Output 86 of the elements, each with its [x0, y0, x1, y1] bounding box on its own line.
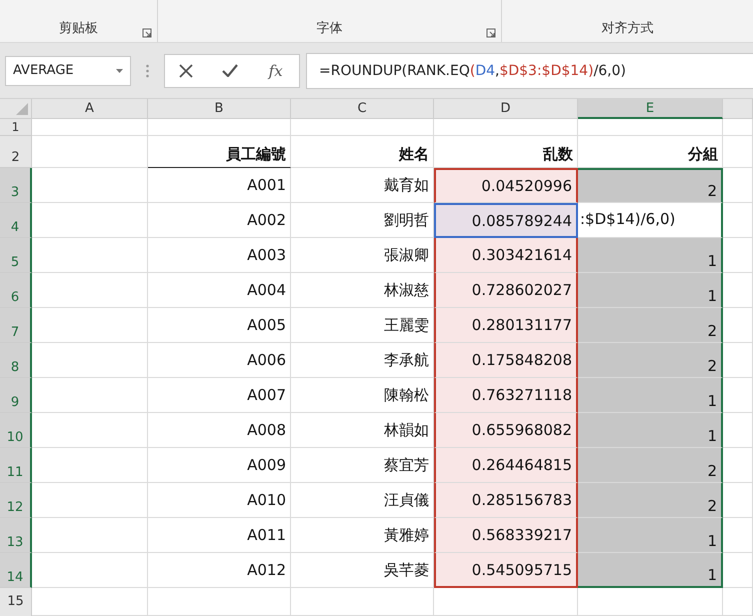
dropdown-caret-icon [116, 68, 123, 72]
row-header[interactable]: 8 [0, 343, 32, 378]
row-header[interactable]: 3 [0, 168, 32, 203]
table-cell: A009 [148, 448, 291, 483]
referenced-cell: 0.728602027 [434, 273, 578, 308]
selected-cell[interactable]: 2 [578, 483, 723, 518]
row-header[interactable]: 2 [0, 136, 32, 168]
table-cell: 姓名 [291, 136, 434, 168]
selected-cell[interactable]: 1 [578, 238, 723, 273]
column-header[interactable]: E [578, 99, 723, 119]
selected-cell[interactable]: 2 [578, 343, 723, 378]
referenced-cell: 0.303421614 [434, 238, 578, 273]
empty-cell [723, 378, 753, 413]
ribbon-group-label: 对齐方式 [602, 20, 654, 37]
referenced-cell: 0.280131177 [434, 308, 578, 343]
referenced-cell: 0.175848208 [434, 343, 578, 378]
referenced-cell: 0.763271118 [434, 378, 578, 413]
referenced-cell: 0.545095715 [434, 553, 578, 588]
triangle-icon [16, 103, 28, 115]
empty-cell [723, 273, 753, 308]
empty-cell [723, 343, 753, 378]
table-cell: A004 [148, 273, 291, 308]
selected-cell[interactable]: 2 [578, 448, 723, 483]
selected-cell[interactable]: 2 [578, 308, 723, 343]
table-cell: A001 [148, 168, 291, 203]
selected-cell[interactable]: 2 [578, 168, 723, 203]
column-header[interactable]: B [148, 99, 291, 119]
referenced-cell: 0.285156783 [434, 483, 578, 518]
empty-cell [723, 119, 753, 136]
row-header[interactable]: 10 [0, 413, 32, 448]
cancel-icon[interactable] [179, 64, 194, 78]
referenced-cell: 0.568339217 [434, 518, 578, 553]
row-header[interactable]: 14 [0, 553, 32, 588]
dialog-launcher-icon[interactable] [142, 28, 152, 38]
row-header[interactable]: 7 [0, 308, 32, 343]
selected-cell[interactable]: 1 [578, 413, 723, 448]
referenced-cell: 0.04520996 [434, 168, 578, 203]
formula-field[interactable]: =ROUNDUP(RANK.EQ(D4,$D$3:$D$14)/6,0) [306, 52, 753, 88]
table-cell: A003 [148, 238, 291, 273]
dialog-launcher-icon[interactable] [486, 28, 496, 38]
row-header[interactable]: 12 [0, 483, 32, 518]
table-cell: A011 [148, 518, 291, 553]
row-header[interactable]: 1 [0, 119, 32, 136]
row-header[interactable]: 13 [0, 518, 32, 553]
selected-cell[interactable]: 1 [578, 553, 723, 588]
table-cell: A008 [148, 413, 291, 448]
table-cell: 員工編號 [148, 136, 291, 168]
selected-cell[interactable]: 1 [578, 273, 723, 308]
referenced-cell: 0.085789244 [434, 203, 578, 238]
ribbon-group-label: 剪贴板 [59, 20, 98, 37]
referenced-cell: 0.264464815 [434, 448, 578, 483]
empty-cell [723, 238, 753, 273]
table-cell: A002 [148, 203, 291, 238]
row-header[interactable]: 4 [0, 203, 32, 238]
empty-cell [723, 413, 753, 448]
table-cell: A006 [148, 343, 291, 378]
name-box[interactable]: AVERAGE [5, 56, 131, 86]
grip-icon [146, 64, 149, 78]
insert-function-button[interactable]: fx [266, 62, 285, 80]
empty-cell [723, 588, 753, 616]
row-header[interactable]: 6 [0, 273, 32, 308]
empty-cell [723, 553, 753, 588]
referenced-cell: 0.655968082 [434, 413, 578, 448]
row-header[interactable]: 11 [0, 448, 32, 483]
empty-cell [723, 448, 753, 483]
table-cell: A007 [148, 378, 291, 413]
table-cell: A010 [148, 483, 291, 518]
column-header[interactable]: C [291, 99, 434, 119]
check-icon[interactable] [222, 64, 238, 77]
table-cell: A005 [148, 308, 291, 343]
empty-cell [723, 483, 753, 518]
empty-cell [723, 308, 753, 343]
table-cell: A012 [148, 553, 291, 588]
ribbon-group-label: 字体 [316, 20, 342, 37]
row-header[interactable]: 9 [0, 378, 32, 413]
empty-cell [723, 136, 753, 168]
row-header[interactable]: 5 [0, 238, 32, 273]
selected-cell[interactable]: 1 [578, 518, 723, 553]
column-header[interactable]: D [434, 99, 578, 119]
active-cell[interactable]: :$D$14)/6,0) [578, 203, 723, 238]
empty-cell [723, 168, 753, 203]
selected-cell[interactable]: 1 [578, 378, 723, 413]
column-header[interactable]: A [32, 99, 148, 119]
empty-cell [723, 203, 753, 238]
empty-cell [723, 518, 753, 553]
row-header[interactable]: 15 [0, 588, 32, 616]
